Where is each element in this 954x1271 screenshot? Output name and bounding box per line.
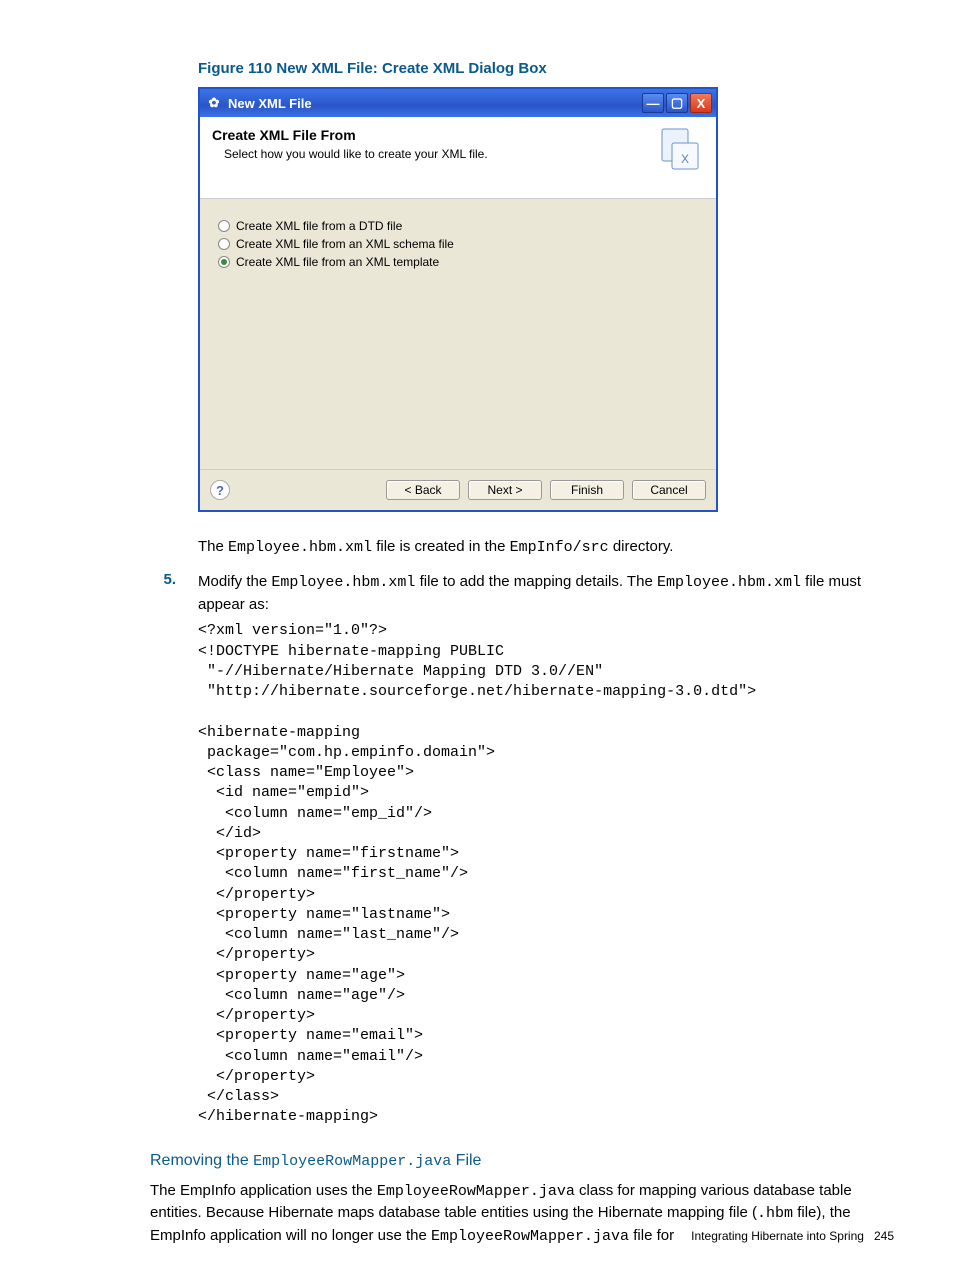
text: directory. [609,538,674,555]
text: file to add the mapping details. The [415,573,657,590]
radio-icon [218,220,230,232]
text: Modify the [198,573,271,590]
section-subheading: Removing the EmployeeRowMapper.java File [150,1152,894,1170]
dialog-header: Create XML File From Select how you woul… [200,117,716,199]
code-inline: EmployeeRowMapper.java [377,1183,575,1200]
code-inline: Employee.hbm.xml [271,574,415,591]
minimize-button[interactable]: — [642,93,664,113]
page-footer: Integrating Hibernate into Spring 245 [691,1229,894,1243]
close-button[interactable]: X [690,93,712,113]
cancel-button[interactable]: Cancel [632,480,706,500]
code-inline: EmployeeRowMapper.java [253,1153,451,1170]
svg-text:X: X [681,152,689,166]
next-button[interactable]: Next > [468,480,542,500]
paragraph: The Employee.hbm.xml file is created in … [198,536,894,559]
text: file is created in the [372,538,510,555]
text: File [451,1152,481,1169]
step-number: 5. [150,571,198,616]
radio-icon [218,238,230,250]
radio-option-dtd[interactable]: Create XML file from a DTD file [218,219,698,233]
text: The EmpInfo application uses the [150,1182,377,1199]
radio-option-schema[interactable]: Create XML file from an XML schema file [218,237,698,251]
dialog: ✿ New XML File — ▢ X Create XML File Fro… [198,87,718,512]
app-icon: ✿ [206,95,222,111]
code-inline: Employee.hbm.xml [228,539,372,556]
text: Removing the [150,1152,253,1169]
radio-label: Create XML file from a DTD file [236,219,402,233]
code-inline: EmployeeRowMapper.java [431,1228,629,1245]
help-icon[interactable]: ? [210,480,230,500]
window-title: New XML File [228,96,312,111]
dialog-body: Create XML file from a DTD file Create X… [200,199,716,469]
dialog-footer: ? < Back Next > Finish Cancel [200,469,716,510]
step-body: Modify the Employee.hbm.xml file to add … [198,571,894,616]
back-button[interactable]: < Back [386,480,460,500]
footer-text: Integrating Hibernate into Spring [691,1229,864,1243]
radio-option-template[interactable]: Create XML file from an XML template [218,255,698,269]
xml-file-icon: X [654,127,704,180]
dialog-header-title: Create XML File From [212,127,654,143]
code-inline: EmpInfo/src [510,539,609,556]
radio-label: Create XML file from an XML schema file [236,237,454,251]
code-block: <?xml version="1.0"?> <!DOCTYPE hibernat… [198,621,894,1127]
radio-label: Create XML file from an XML template [236,255,439,269]
figure-caption: Figure 110 New XML File: Create XML Dial… [198,60,894,77]
code-inline: Employee.hbm.xml [657,574,801,591]
text: The [198,538,228,555]
radio-icon [218,256,230,268]
maximize-button[interactable]: ▢ [666,93,688,113]
page-number: 245 [874,1229,894,1243]
step-5: 5. Modify the Employee.hbm.xml file to a… [150,571,894,616]
code-inline: .hbm [757,1205,793,1222]
titlebar[interactable]: ✿ New XML File — ▢ X [200,89,716,117]
dialog-header-subtitle: Select how you would like to create your… [224,147,654,161]
dialog-screenshot: ✿ New XML File — ▢ X Create XML File Fro… [198,87,894,512]
finish-button[interactable]: Finish [550,480,624,500]
text: file for [629,1227,674,1244]
